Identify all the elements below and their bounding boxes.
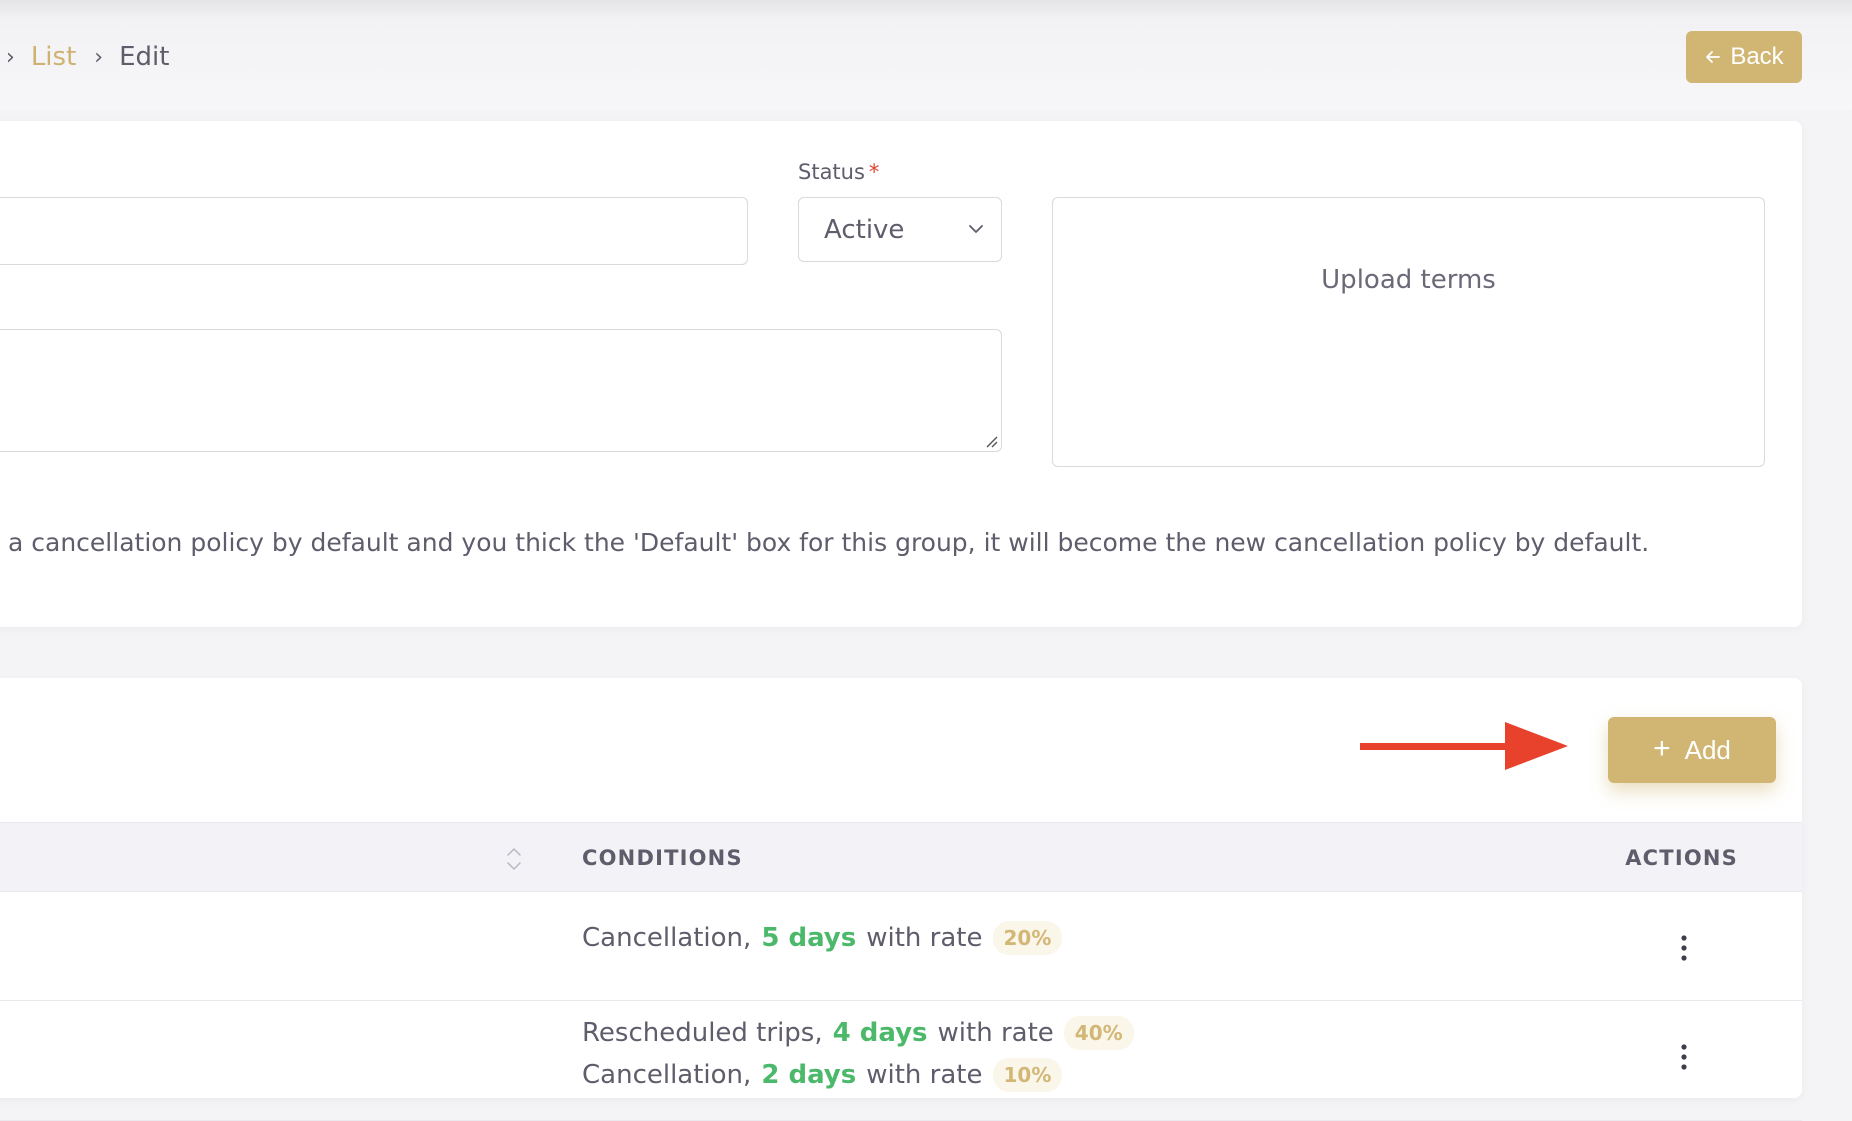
condition-type: Rescheduled trips, [582, 1018, 823, 1048]
upload-terms-label: Upload terms [1321, 265, 1496, 295]
top-bar-shadow [0, 0, 1852, 20]
condition-with: with rate [866, 923, 983, 953]
condition-days: 2 days [761, 1060, 857, 1090]
more-vertical-icon[interactable] [1680, 1042, 1688, 1072]
annotation-arrow-icon [1360, 722, 1568, 770]
sort-icon[interactable] [505, 845, 523, 873]
resize-handle-icon[interactable] [983, 433, 999, 449]
condition-days: 4 days [832, 1018, 928, 1048]
plus-icon: + [1653, 731, 1671, 765]
arrow-left-icon [1706, 51, 1721, 63]
chevron-down-icon [969, 225, 983, 233]
condition-with: with rate [937, 1018, 1054, 1048]
add-button-label: Add [1684, 734, 1731, 765]
breadcrumb-link-list[interactable]: List [31, 42, 76, 72]
back-button-label: Back [1730, 43, 1784, 70]
rate-badge: 10% [992, 1058, 1063, 1092]
breadcrumb-separator-icon: › [6, 44, 15, 70]
back-button[interactable]: Back [1686, 31, 1802, 83]
breadcrumb-current: Edit [119, 42, 170, 72]
table-row: Cancellation, 5 days with rate 20% [0, 893, 1802, 1001]
upload-terms-dropzone[interactable]: Upload terms [1052, 197, 1765, 467]
breadcrumb-separator-icon: › [94, 44, 104, 70]
status-select[interactable]: Active [798, 197, 1002, 262]
required-marker: * [868, 160, 880, 184]
rate-badge: 20% [992, 921, 1063, 955]
default-policy-note: a cancellation policy by default and you… [8, 528, 1650, 557]
status-label: Status * [798, 160, 879, 184]
condition-type: Cancellation, [582, 923, 752, 953]
condition-with: with rate [866, 1060, 983, 1090]
breadcrumb: › List › Edit [6, 40, 169, 74]
condition-line: Cancellation, 5 days with rate 20% [582, 921, 1063, 955]
status-label-text: Status [798, 160, 865, 184]
name-input[interactable] [0, 197, 748, 265]
condition-days: 5 days [761, 923, 857, 953]
status-select-value: Active [824, 214, 905, 245]
more-vertical-icon[interactable] [1680, 933, 1688, 963]
condition-type: Cancellation, [582, 1060, 752, 1090]
condition-line: Cancellation, 2 days with rate 10% [582, 1058, 1063, 1092]
rate-badge: 40% [1063, 1016, 1134, 1050]
description-textarea[interactable] [0, 329, 1002, 452]
table-row: Rescheduled trips, 4 days with rate 40% … [0, 1001, 1802, 1121]
table-header: CONDITIONS ACTIONS [0, 822, 1802, 892]
condition-line: Rescheduled trips, 4 days with rate 40% [582, 1016, 1134, 1050]
column-header-actions: ACTIONS [1625, 846, 1738, 870]
add-condition-button[interactable]: + Add [1608, 717, 1776, 783]
column-header-conditions: CONDITIONS [582, 846, 743, 870]
